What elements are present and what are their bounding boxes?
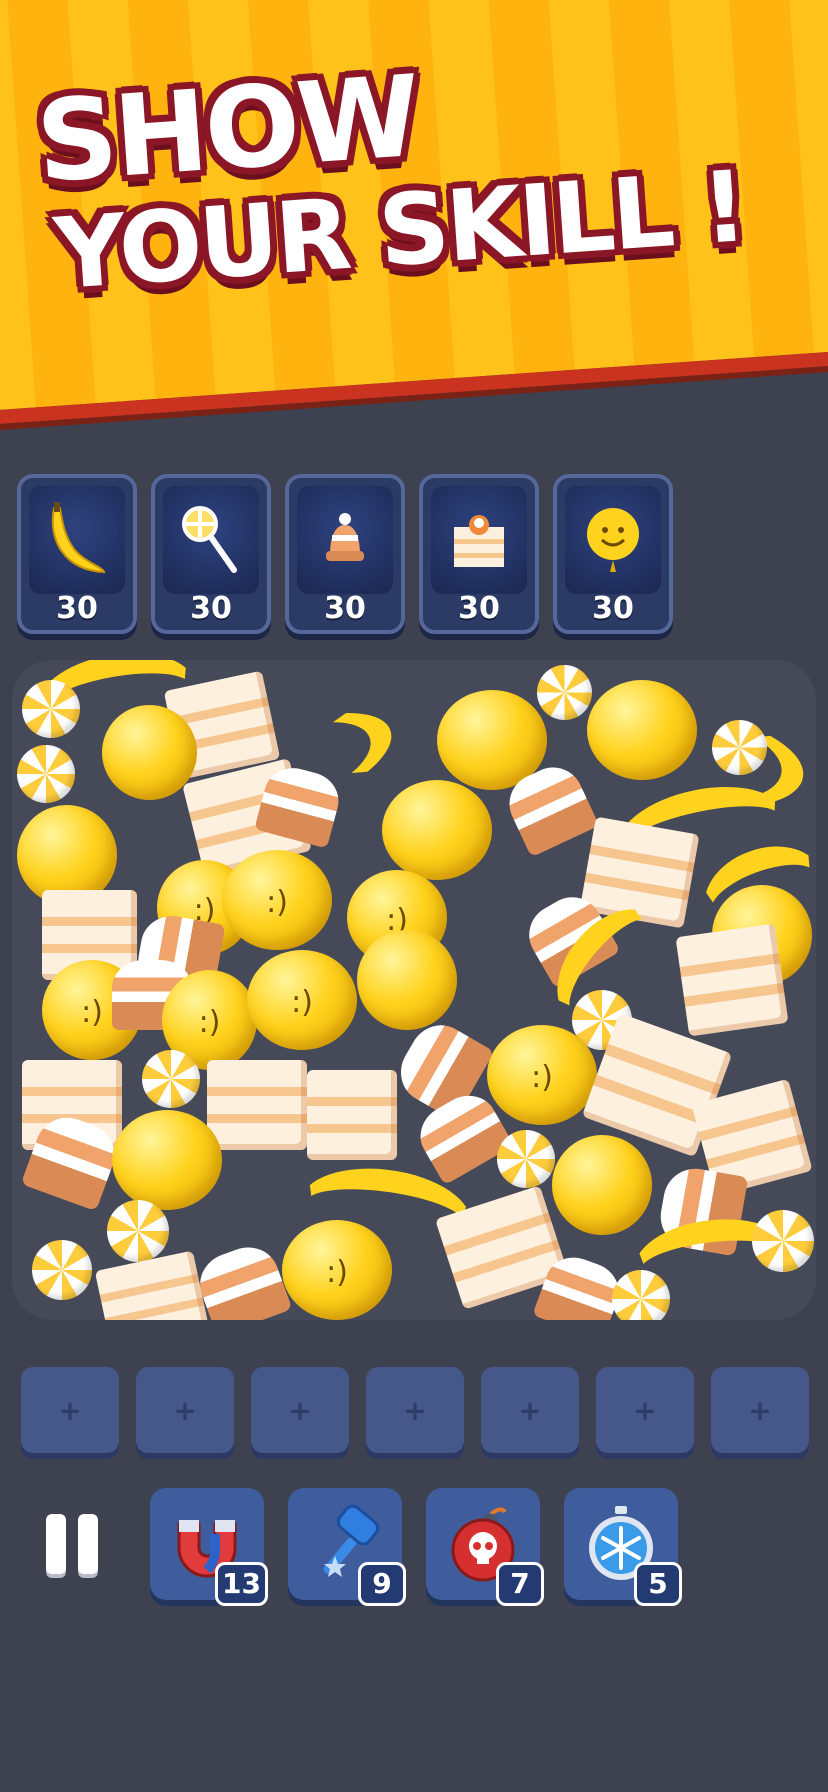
bomb-booster-button[interactable]: 7 <box>426 1488 544 1606</box>
lollipop-item[interactable] <box>17 745 75 803</box>
bell-item[interactable] <box>191 1238 293 1320</box>
goal-count: 30 <box>324 591 366 626</box>
collection-slots: + + + + + + + <box>21 1367 809 1453</box>
booster-bar: 13 9 7 5 <box>150 1488 682 1606</box>
hammer-booster-button[interactable]: 9 <box>288 1488 406 1606</box>
plus-icon: + <box>173 1393 197 1427</box>
promo-headline: SHOW YOUR SKILL ! <box>33 35 767 312</box>
empty-slot: + <box>711 1367 809 1453</box>
goal-count: 30 <box>56 591 98 626</box>
cake-item[interactable] <box>207 1060 307 1150</box>
lollipop-item[interactable] <box>497 1130 555 1188</box>
lollipop-item[interactable] <box>612 1270 670 1320</box>
plus-icon: + <box>58 1393 82 1427</box>
plus-icon: + <box>748 1393 772 1427</box>
smiley-balloon-item[interactable]: :) <box>222 850 332 950</box>
magnet-booster-button[interactable]: 13 <box>150 1488 268 1606</box>
goal-count: 30 <box>190 591 232 626</box>
banana-icon <box>51 502 106 574</box>
lollipop-item[interactable] <box>22 680 80 738</box>
empty-slot: + <box>21 1367 119 1453</box>
lollipop-item[interactable] <box>32 1240 92 1300</box>
booster-count-badge: 9 <box>358 1562 406 1606</box>
empty-slot: + <box>366 1367 464 1453</box>
goal-banana: 30 <box>17 474 137 634</box>
lollipop-item[interactable] <box>752 1210 814 1272</box>
plus-icon: + <box>518 1393 542 1427</box>
smiley-balloon-item[interactable]: :) <box>282 1220 392 1320</box>
smiley-balloon-item[interactable] <box>112 1110 222 1210</box>
empty-slot: + <box>596 1367 694 1453</box>
empty-slot: + <box>136 1367 234 1453</box>
lollipop-item[interactable] <box>142 1050 200 1108</box>
pause-bar <box>46 1514 66 1574</box>
freeze-booster-button[interactable]: 5 <box>564 1488 682 1606</box>
empty-slot: + <box>481 1367 579 1453</box>
smiley-balloon-item[interactable] <box>552 1135 652 1235</box>
smiley-balloon-item[interactable] <box>357 930 457 1030</box>
goal-count: 30 <box>458 591 500 626</box>
bell-icon <box>326 513 364 561</box>
goal-balloon: 30 <box>553 474 673 634</box>
booster-count-badge: 5 <box>634 1562 682 1606</box>
goal-count: 30 <box>592 591 634 626</box>
plus-icon: + <box>288 1393 312 1427</box>
lollipop-icon <box>182 506 237 573</box>
empty-slot: + <box>251 1367 349 1453</box>
lollipop-item[interactable] <box>107 1200 169 1262</box>
cake-icon <box>454 515 504 567</box>
cake-item[interactable] <box>307 1070 397 1160</box>
smiley-balloon-item[interactable]: :) <box>487 1025 597 1125</box>
cake-item[interactable] <box>94 1250 210 1320</box>
booster-count-badge: 7 <box>496 1562 544 1606</box>
plus-icon: + <box>403 1393 427 1427</box>
goal-bar: 30 30 30 30 30 <box>17 474 673 634</box>
goal-cake: 30 <box>419 474 539 634</box>
cake-item[interactable] <box>675 923 789 1037</box>
goal-bell: 30 <box>285 474 405 634</box>
lollipop-item[interactable] <box>537 665 592 720</box>
smiley-balloon-item[interactable] <box>382 780 492 880</box>
goal-lollipop: 30 <box>151 474 271 634</box>
plus-icon: + <box>633 1393 657 1427</box>
lollipop-item[interactable] <box>712 720 767 775</box>
item-pile[interactable]: :) :) :) :) :) :) :) :) <box>12 660 816 1320</box>
pause-bar <box>78 1514 98 1574</box>
pause-button[interactable] <box>46 1514 102 1574</box>
smiley-balloon-item[interactable]: :) <box>247 950 357 1050</box>
smiley-balloon-icon <box>587 508 639 572</box>
booster-count-badge: 13 <box>215 1562 268 1606</box>
